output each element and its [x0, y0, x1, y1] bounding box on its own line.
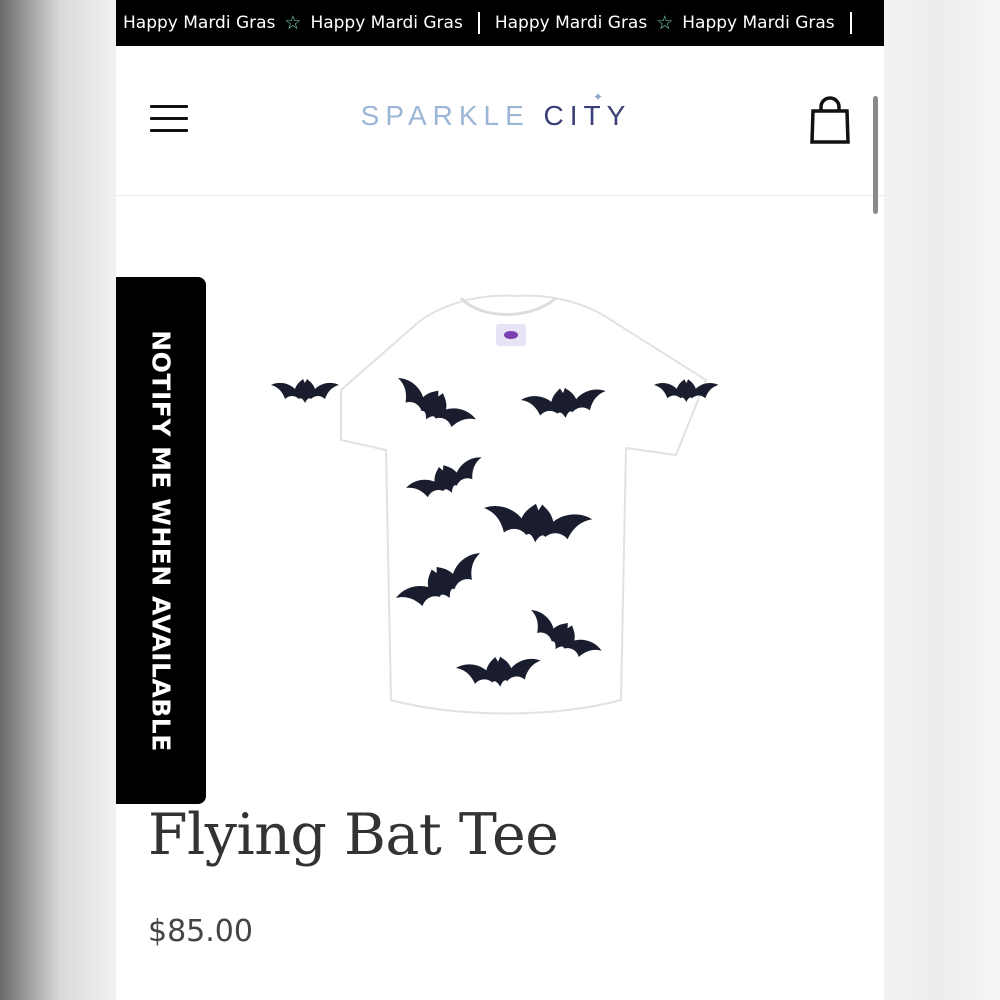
star-icon: ☆ [656, 12, 674, 34]
product-title: Flying Bat Tee [148, 802, 559, 868]
announcement-bar: Happy Mardi Gras ☆ Happy Mardi Gras Happ… [116, 0, 884, 46]
site-header: SPARKLE CITY ✦ [116, 46, 884, 214]
shopping-bag-icon[interactable] [808, 96, 852, 144]
product-price: $85.00 [148, 914, 253, 949]
sparkle-icon: ✦ [593, 90, 610, 104]
notify-me-button[interactable]: NOTIFY ME WHEN AVAILABLE [116, 277, 206, 804]
site-logo[interactable]: SPARKLE CITY ✦ [316, 90, 676, 132]
announcement-text: Happy Mardi Gras [310, 13, 463, 33]
notify-me-label: NOTIFY ME WHEN AVAILABLE [146, 329, 176, 752]
announcement-text: Happy Mardi Gras [123, 13, 276, 33]
divider [849, 12, 852, 34]
product-image[interactable] [256, 280, 756, 730]
announcement-text: Happy Mardi Gras [682, 13, 835, 33]
logo-word-city: CITY [543, 100, 632, 131]
mobile-viewport: Happy Mardi Gras ☆ Happy Mardi Gras Happ… [116, 0, 884, 1000]
star-icon: ☆ [284, 12, 302, 34]
announcement-text: Happy Mardi Gras [494, 13, 648, 33]
scrollbar[interactable] [873, 96, 878, 214]
logo-word-sparkle: SPARKLE [360, 100, 530, 131]
hamburger-menu-icon[interactable] [150, 105, 190, 135]
divider [477, 12, 480, 34]
